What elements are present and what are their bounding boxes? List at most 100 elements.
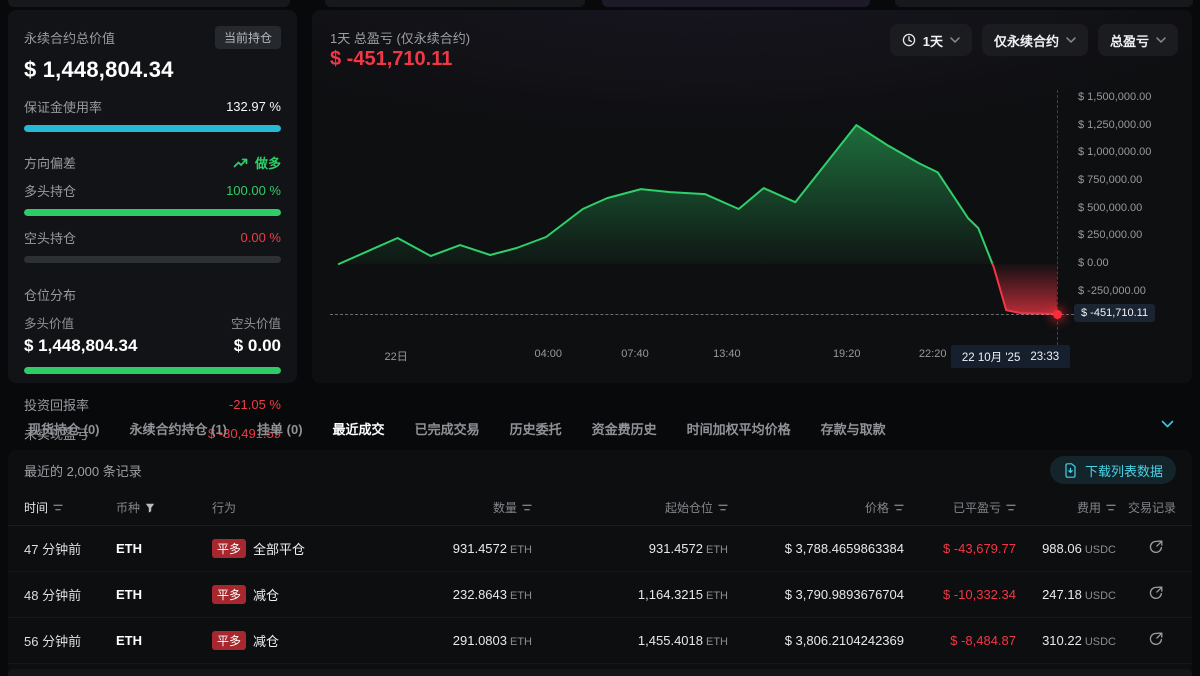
tab-item[interactable]: 最近成交 (333, 419, 385, 438)
chart-filter-button[interactable]: 总盈亏 (1098, 24, 1178, 56)
long-position-bar-fill (24, 209, 281, 216)
cell-action: 平多全部平仓 (212, 539, 382, 558)
column-header-label: 数量 (493, 499, 517, 516)
close-long-badge: 平多 (212, 539, 246, 558)
margin-usage-bar (24, 125, 281, 132)
current-value-dot (1053, 310, 1062, 319)
chart-title: 1天 总盈亏 (仅永续合约) (330, 28, 470, 47)
cell-fee: 247.18USDC (1016, 587, 1116, 602)
cell-fee-unit: USDC (1085, 636, 1116, 648)
sort-icon[interactable] (718, 504, 728, 511)
short-value-label: 空头价值 (231, 313, 281, 332)
cell-price-value: $ 3,806.2104242369 (785, 633, 904, 648)
chevron-down-icon (1156, 37, 1166, 43)
tab-item[interactable]: 时间加权平均价格 (687, 419, 791, 438)
cell-start-position: 1,164.3215ETH (532, 587, 728, 602)
cell-start-position-unit: ETH (706, 590, 728, 602)
sort-icon[interactable] (894, 504, 904, 511)
cell-fee: 310.22USDC (1016, 633, 1116, 648)
column-header[interactable]: 数量 (382, 499, 532, 516)
cell-start-position: 1,455.4018ETH (532, 633, 728, 648)
action-text: 减仓 (253, 631, 279, 650)
sort-icon[interactable] (1006, 504, 1016, 511)
column-header[interactable]: 行为 (212, 499, 382, 516)
y-axis-tick: $ 0.00 (1078, 257, 1109, 269)
crosshair-date: 22 10月 '25 (962, 349, 1020, 365)
long-value: $ 1,448,804.34 (24, 336, 137, 356)
cell-time: 47 分钟前 (24, 539, 116, 558)
tab-item[interactable]: 永续合约持仓 (1) (130, 419, 228, 438)
column-header[interactable]: 币种 (116, 499, 212, 516)
cell-start-position-value: 1,455.4018 (638, 633, 703, 648)
share-icon (1148, 585, 1164, 604)
pnl-area-negative (993, 264, 1057, 314)
column-header[interactable]: 费用 (1016, 499, 1116, 516)
y-axis-tick: $ 1,500,000.00 (1078, 91, 1151, 103)
distribution-label: 仓位分布 (24, 285, 281, 304)
y-axis-tick: $ 250,000.00 (1078, 229, 1142, 241)
cell-price: $ 3,806.2104242369 (728, 633, 904, 648)
tab-item[interactable]: 存款与取款 (821, 419, 886, 438)
tab-item[interactable]: 历史委托 (510, 419, 562, 438)
current-position-badge: 当前持仓 (215, 26, 281, 49)
cutoff-card-top-1 (8, 0, 290, 7)
portfolio-summary-card: 永续合约总价值 当前持仓 $ 1,448,804.34 保证金使用率 132.9… (8, 10, 297, 383)
download-list-button[interactable]: 下载列表数据 (1050, 456, 1176, 484)
tab-item[interactable]: 资金费历史 (592, 419, 657, 438)
cell-start-position-value: 931.4572 (649, 541, 703, 556)
current-value-axis-label: $ -451,710.11 (1074, 304, 1155, 322)
cell-closed-pnl-value: $ -10,332.34 (943, 587, 1016, 602)
trade-share-button[interactable] (1116, 585, 1176, 604)
column-header-label: 交易记录 (1128, 499, 1176, 516)
cell-action: 平多减仓 (212, 585, 382, 604)
column-header[interactable]: 起始仓位 (532, 499, 728, 516)
cell-coin: ETH (116, 541, 212, 556)
table-row: 48 分钟前ETH平多减仓232.8643ETH1,164.3215ETH$ 3… (8, 572, 1192, 618)
cell-start-position-value: 1,164.3215 (638, 587, 703, 602)
cell-coin: ETH (116, 587, 212, 602)
distribution-bar (24, 367, 281, 374)
column-header[interactable]: 已平盈亏 (904, 499, 1016, 516)
sort-icon[interactable] (53, 504, 63, 511)
cell-quantity: 232.8643ETH (382, 587, 532, 602)
cell-quantity-value: 291.0803 (453, 633, 507, 648)
cell-closed-pnl: $ -43,679.77 (904, 541, 1016, 556)
short-value: $ 0.00 (234, 336, 281, 356)
cell-start-position-unit: ETH (706, 636, 728, 648)
chart-filter-button[interactable]: 仅永续合约 (982, 24, 1088, 56)
cell-closed-pnl: $ -10,332.34 (904, 587, 1016, 602)
cell-fee-unit: USDC (1085, 544, 1116, 556)
chart-pnl-value: $ -451,710.11 (330, 48, 452, 71)
tab-item[interactable]: 挂单 (0) (257, 419, 303, 438)
tabs-chevron-down-icon[interactable] (1161, 420, 1174, 428)
cell-quantity: 291.0803ETH (382, 633, 532, 648)
trade-share-button[interactable] (1116, 539, 1176, 558)
x-axis-tick: 13:40 (713, 348, 741, 360)
sort-icon[interactable] (522, 504, 532, 511)
chevron-down-icon (1066, 37, 1076, 43)
chart-filter-button[interactable]: 1天 (890, 24, 972, 56)
sort-icon[interactable] (1106, 504, 1116, 511)
column-header-label: 起始仓位 (665, 499, 713, 516)
tab-item[interactable]: 已完成交易 (415, 419, 480, 438)
tab-item[interactable]: 现货持仓 (0) (28, 419, 100, 438)
trade-share-button[interactable] (1116, 631, 1176, 650)
filter-icon[interactable] (145, 503, 155, 513)
cutoff-card-top-2 (325, 0, 585, 7)
column-header[interactable]: 价格 (728, 499, 904, 516)
x-axis-tick: 19:20 (833, 348, 861, 360)
cell-time: 56 分钟前 (24, 631, 116, 650)
chart-filter-label: 1天 (923, 31, 943, 50)
chevron-down-icon (950, 37, 960, 43)
cell-closed-pnl: $ -8,484.87 (904, 633, 1016, 648)
column-header[interactable]: 交易记录 (1116, 499, 1176, 516)
cell-quantity-unit: ETH (510, 590, 532, 602)
close-long-badge: 平多 (212, 585, 246, 604)
table-header-row: 时间币种行为 数量 起始仓位价格已平盈亏费用交易记录 (8, 490, 1192, 526)
table-row: 47 分钟前ETH平多全部平仓931.4572ETH931.4572ETH$ 3… (8, 526, 1192, 572)
cell-quantity-unit: ETH (510, 636, 532, 648)
pnl-area-chart[interactable] (330, 90, 1065, 345)
direction-bias-label: 方向偏差 (24, 153, 76, 172)
column-header[interactable]: 时间 (24, 499, 116, 516)
chart-filter-label: 总盈亏 (1110, 31, 1149, 50)
